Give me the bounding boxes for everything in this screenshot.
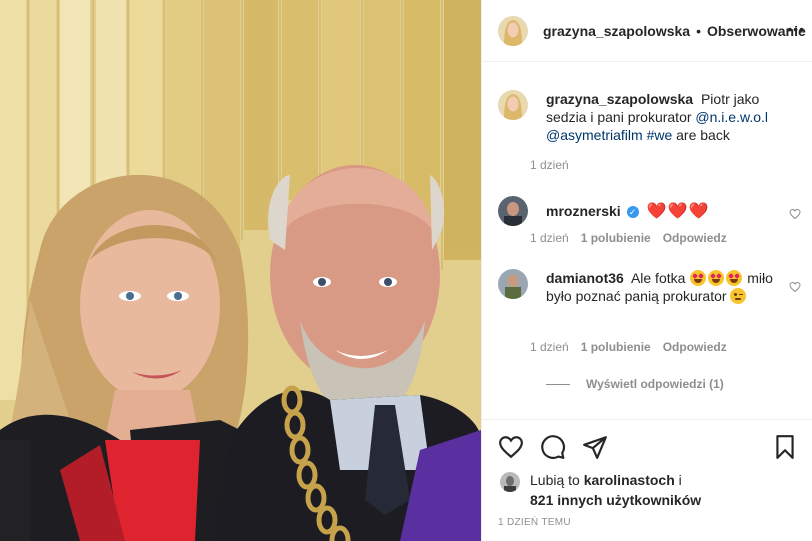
- instagram-post-modal: grazyna_szapolowska • Obserwowanie ••• g…: [0, 0, 812, 541]
- liker-avatar[interactable]: [500, 472, 520, 492]
- reply-button[interactable]: Odpowiedz: [663, 231, 727, 245]
- caption-body-end: are back: [676, 127, 730, 143]
- comment-likes[interactable]: 1 polubienie: [581, 231, 651, 245]
- post-actions: Lubią to karolinastoch i 821 innych użyt…: [482, 419, 812, 541]
- comment-text: damianot36 Ale fotka miło było poznać pa…: [546, 269, 801, 305]
- caption-username[interactable]: grazyna_szapolowska: [546, 91, 693, 107]
- comment-time[interactable]: 1 dzień: [530, 231, 569, 245]
- likes-summary: Lubią to karolinastoch i 821 innych użyt…: [500, 470, 800, 510]
- comments-section: grazyna_szapolowska Piotr jako sedzia i …: [482, 62, 812, 418]
- heart-eyes-emoji-icon: [708, 270, 725, 286]
- caption-meta: 1 dzień: [530, 158, 569, 172]
- wink-emoji-icon: [730, 288, 747, 304]
- like-comment-heart-icon[interactable]: [789, 281, 801, 293]
- header-separator: •: [696, 22, 701, 39]
- post-side-panel: grazyna_szapolowska • Obserwowanie ••• g…: [481, 0, 812, 541]
- heart-eyes-emoji-icon: [726, 270, 743, 286]
- caption-text: grazyna_szapolowska Piotr jako sedzia i …: [546, 90, 801, 144]
- post-header: grazyna_szapolowska • Obserwowanie •••: [482, 0, 812, 62]
- heart-eyes-emoji-icon: [690, 270, 707, 286]
- view-replies-button[interactable]: Wyświetl odpowiedzi (1): [546, 377, 724, 391]
- post-photo-image: [0, 0, 481, 541]
- commenter-avatar[interactable]: [498, 196, 528, 226]
- more-icon[interactable]: •••: [787, 22, 805, 36]
- liker-username[interactable]: karolinastoch: [584, 472, 675, 488]
- comment-body: ❤️❤️❤️: [646, 203, 710, 220]
- caption-hashtag[interactable]: #we: [647, 127, 673, 143]
- reply-button[interactable]: Odpowiedz: [663, 340, 727, 354]
- comment-likes[interactable]: 1 polubienie: [581, 340, 651, 354]
- comment-username[interactable]: damianot36: [546, 270, 624, 286]
- verified-icon: ✓: [626, 206, 639, 218]
- caption-mention-1[interactable]: @n.i.e.w.o.l: [695, 109, 768, 125]
- likes-others-link[interactable]: 821 innych użytkowników: [530, 492, 701, 508]
- post-photo[interactable]: [0, 0, 481, 541]
- comment-meta: 1 dzień 1 polubienie Odpowiedz: [530, 231, 727, 245]
- author-avatar[interactable]: [498, 15, 528, 46]
- post-timestamp[interactable]: 1 dzień temu: [498, 517, 571, 528]
- caption-time[interactable]: 1 dzień: [530, 158, 569, 172]
- bookmark-icon[interactable]: [772, 434, 798, 460]
- caption-mention-2[interactable]: @asymetriafilm: [546, 127, 643, 143]
- comment-icon[interactable]: [540, 434, 566, 460]
- commenter-avatar[interactable]: [498, 269, 528, 299]
- comment-time[interactable]: 1 dzień: [530, 340, 569, 354]
- heart-icon[interactable]: [498, 434, 524, 460]
- likes-prefix: Lubią to: [530, 472, 580, 488]
- share-icon[interactable]: [582, 434, 608, 460]
- replies-divider: [546, 383, 570, 385]
- comment-meta: 1 dzień 1 polubienie Odpowiedz: [530, 340, 727, 354]
- view-replies-label: Wyświetl odpowiedzi (1): [586, 377, 724, 391]
- like-comment-heart-icon[interactable]: [789, 208, 801, 220]
- likes-conj: i: [678, 472, 682, 488]
- comment-body: Ale fotka: [630, 270, 686, 286]
- comment-text: mroznerski ✓ ❤️❤️❤️: [546, 202, 801, 221]
- caption-avatar[interactable]: [498, 90, 528, 120]
- comment-username[interactable]: mroznerski: [546, 203, 621, 219]
- author-username[interactable]: grazyna_szapolowska: [543, 23, 690, 39]
